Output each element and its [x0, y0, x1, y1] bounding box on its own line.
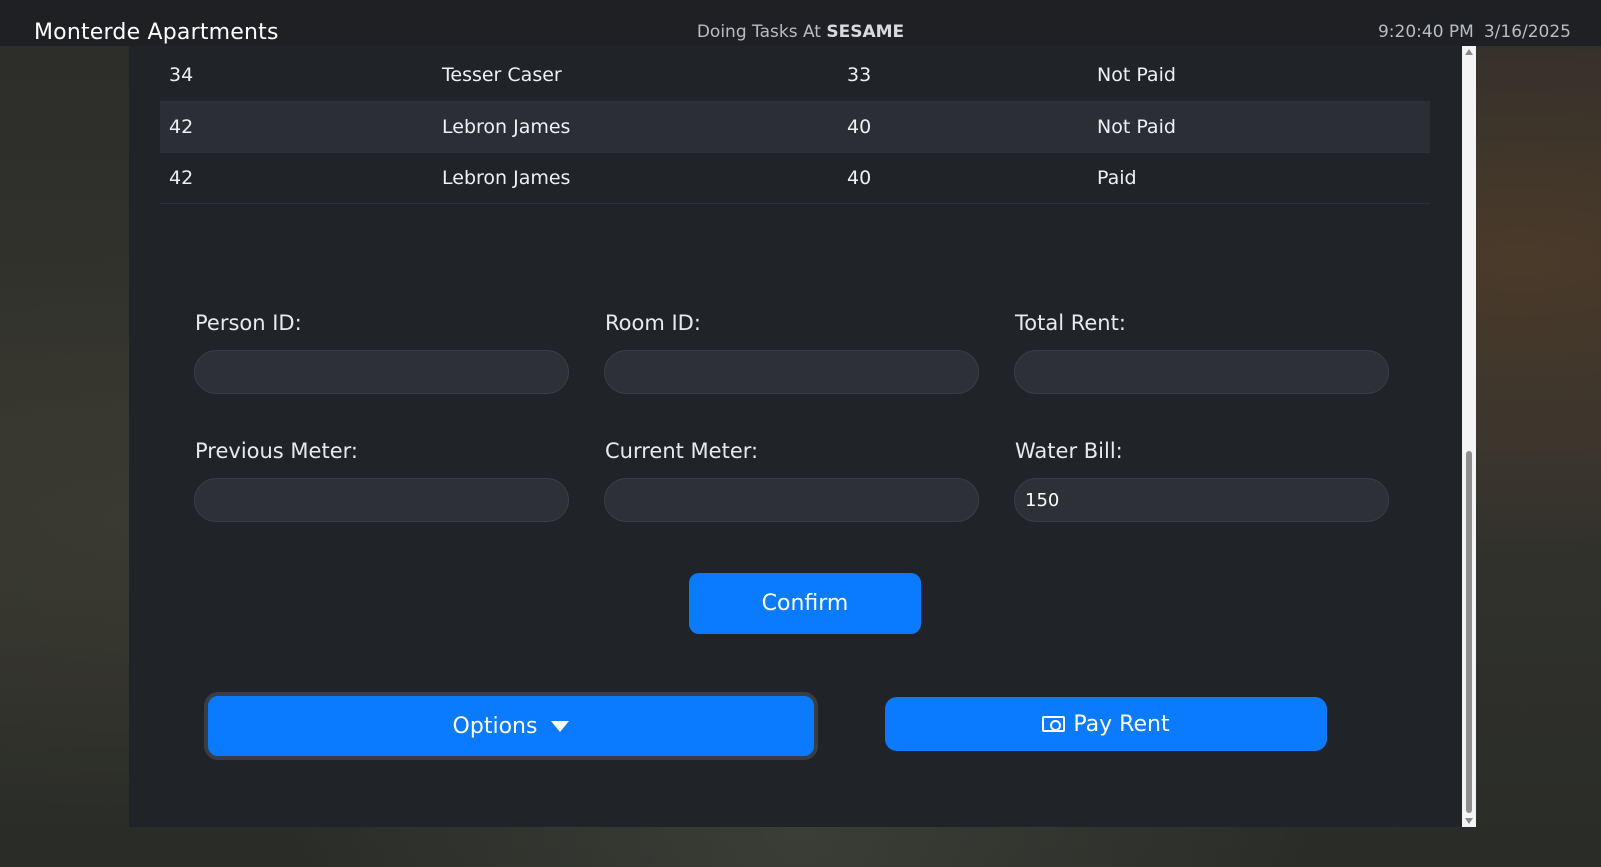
- options-button[interactable]: Options: [204, 692, 818, 760]
- person-id-label: Person ID:: [195, 311, 302, 335]
- task-location-banner: Doing Tasks At SESAME: [0, 22, 1601, 42]
- confirm-button[interactable]: Confirm: [689, 573, 921, 634]
- person-id-cell: 33: [838, 50, 1088, 102]
- previous-meter-input[interactable]: [194, 478, 569, 522]
- current-meter-input[interactable]: [604, 478, 979, 522]
- pay-rent-label: Pay Rent: [1073, 711, 1170, 737]
- vertical-scrollbar[interactable]: [1462, 46, 1476, 827]
- room-id-cell: 34: [160, 50, 433, 102]
- room-id-cell: 42: [160, 152, 433, 204]
- clock-date: 3/16/2025: [1483, 22, 1571, 42]
- tasks-location: SESAME: [826, 22, 905, 42]
- tasks-prefix: Doing Tasks At: [696, 22, 821, 42]
- scroll-thumb[interactable]: [1466, 451, 1472, 813]
- pay-rent-button[interactable]: Pay Rent: [885, 697, 1327, 751]
- options-label: Options: [452, 713, 538, 739]
- person-id-input[interactable]: [194, 350, 569, 394]
- table-row[interactable]: 42 Lebron James 40 Paid: [160, 152, 1430, 204]
- person-id-cell: 40: [838, 152, 1088, 204]
- caret-down-icon: [551, 720, 570, 732]
- name-cell: Lebron James: [433, 152, 838, 204]
- clock-time: 9:20:40 PM: [1377, 22, 1474, 42]
- total-rent-label: Total Rent:: [1015, 311, 1126, 335]
- person-id-cell: 40: [838, 101, 1088, 153]
- money-bill-icon: [1042, 716, 1066, 732]
- status-cell: Not Paid: [1088, 50, 1430, 102]
- name-cell: Lebron James: [433, 101, 838, 153]
- clock: 9:20:40 PM 3/16/2025: [1378, 22, 1571, 42]
- scroll-up-arrow-icon[interactable]: [1465, 49, 1473, 55]
- previous-meter-label: Previous Meter:: [195, 439, 358, 463]
- room-id-cell: 42: [160, 101, 433, 153]
- water-bill-input[interactable]: [1014, 478, 1389, 522]
- current-meter-label: Current Meter:: [605, 439, 759, 463]
- name-cell: Tesser Caser: [433, 50, 838, 102]
- status-cell: Not Paid: [1088, 101, 1430, 153]
- rent-table: 34 Tesser Caser 33 Not Paid 42 Lebron Ja…: [160, 50, 1430, 204]
- room-id-input[interactable]: [604, 350, 979, 394]
- water-bill-label: Water Bill:: [1015, 439, 1123, 463]
- rent-panel: 34 Tesser Caser 33 Not Paid 42 Lebron Ja…: [129, 46, 1472, 827]
- table-row[interactable]: 34 Tesser Caser 33 Not Paid: [160, 50, 1430, 102]
- table-row[interactable]: 42 Lebron James 40 Not Paid: [160, 101, 1430, 153]
- top-bar: Monterde Apartments Doing Tasks At SESAM…: [0, 0, 1601, 46]
- room-id-label: Room ID:: [605, 311, 701, 335]
- status-cell: Paid: [1088, 152, 1430, 204]
- scroll-down-arrow-icon[interactable]: [1465, 818, 1473, 824]
- total-rent-input[interactable]: [1014, 350, 1389, 394]
